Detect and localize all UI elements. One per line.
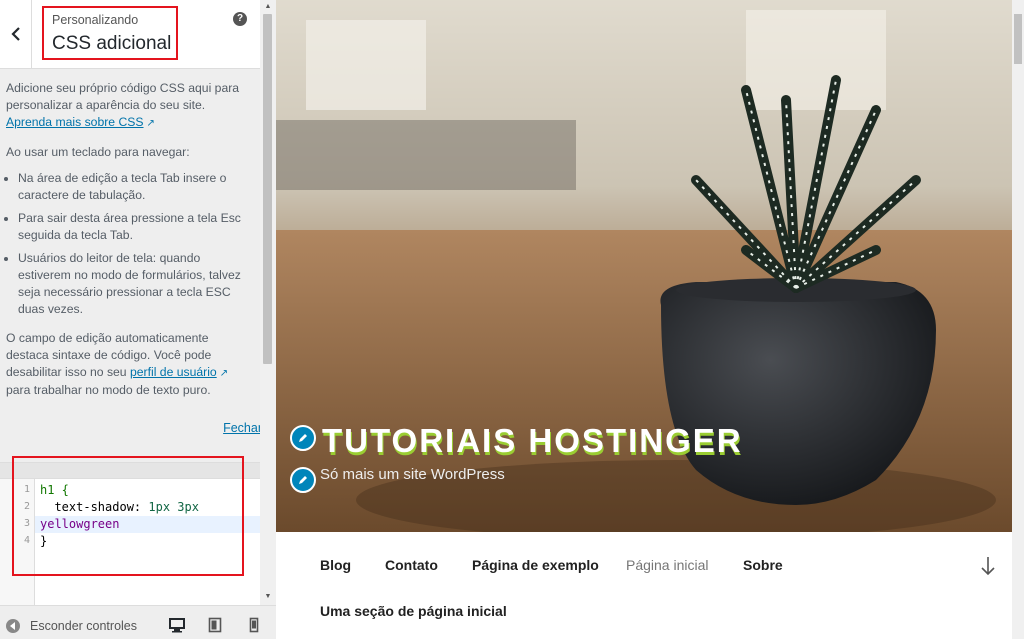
site-preview: TUTORIAIS HOSTINGER Só mais um site Word…	[276, 0, 1024, 639]
menu-item-secao[interactable]: Uma seção de página inicial	[320, 603, 507, 619]
preview-scroll-thumb[interactable]	[1014, 14, 1022, 64]
list-item: Para sair desta área pressione a tela Es…	[18, 210, 252, 244]
desktop-icon[interactable]	[169, 617, 185, 633]
mobile-icon[interactable]	[246, 617, 262, 633]
section-title: CSS adicional	[52, 33, 172, 54]
sidebar-scroll-thumb[interactable]	[263, 14, 272, 364]
collapse-sidebar-button[interactable]: Esconder controles	[30, 619, 137, 633]
customizer-header: Personalizando CSS adicional ?	[0, 0, 260, 69]
menu-item-pagina-inicial[interactable]: Página inicial	[626, 557, 709, 573]
close-description-link[interactable]: Fechar	[223, 421, 262, 435]
back-button[interactable]	[0, 0, 32, 68]
section-title-highlight: Personalizando CSS adicional	[42, 6, 178, 60]
preview-scrollbar[interactable]	[1012, 0, 1024, 639]
pencil-icon	[299, 476, 307, 484]
scroll-down-icon[interactable]: ▼	[263, 593, 273, 600]
keyboard-intro: Ao usar um teclado para navegar:	[6, 145, 190, 159]
section-subtitle: Personalizando	[52, 13, 139, 27]
edit-site-title-button[interactable]	[290, 425, 316, 451]
list-item: Na área de edição a tecla Tab insere o c…	[18, 170, 252, 204]
collapse-icon[interactable]	[6, 619, 20, 633]
menu-item-sobre[interactable]: Sobre	[743, 557, 783, 573]
header-image: TUTORIAIS HOSTINGER Só mais um site Word…	[276, 0, 1024, 532]
chevron-left-icon	[10, 27, 20, 41]
learn-css-link[interactable]: Aprenda mais sobre CSS	[6, 115, 144, 129]
intro-paragraph: Adicione seu próprio código CSS aqui par…	[6, 81, 240, 129]
syntax-paragraph: O campo de edição automaticamente destac…	[6, 331, 229, 397]
customizer-footer: Esconder controles	[0, 605, 276, 639]
arrow-down-icon[interactable]	[980, 556, 996, 576]
editor-highlight	[12, 456, 244, 576]
scroll-up-icon[interactable]: ▲	[263, 3, 273, 10]
help-icon[interactable]: ?	[233, 12, 247, 26]
menu-item-contato[interactable]: Contato	[385, 557, 438, 573]
edit-tagline-button[interactable]	[290, 467, 316, 493]
list-item: Usuários do leitor de tela: quando estiv…	[18, 250, 252, 318]
external-link-icon: ↗	[219, 368, 229, 379]
menu-item-pagina-exemplo[interactable]: Página de exemplo	[472, 557, 599, 573]
section-description: Adicione seu próprio código CSS aqui par…	[6, 80, 252, 399]
site-tagline: Só mais um site WordPress	[320, 466, 505, 483]
pencil-icon	[299, 434, 307, 442]
site-title[interactable]: TUTORIAIS HOSTINGER	[322, 422, 743, 460]
tablet-icon[interactable]	[207, 617, 223, 633]
keyboard-tips-list: Na área de edição a tecla Tab insere o c…	[6, 170, 252, 318]
menu-item-blog[interactable]: Blog	[320, 557, 351, 573]
customizer-sidebar: Personalizando CSS adicional ? Adicione …	[0, 0, 277, 639]
profile-link[interactable]: perfil de usuário	[130, 365, 217, 379]
external-link-icon: ↗	[146, 118, 155, 129]
